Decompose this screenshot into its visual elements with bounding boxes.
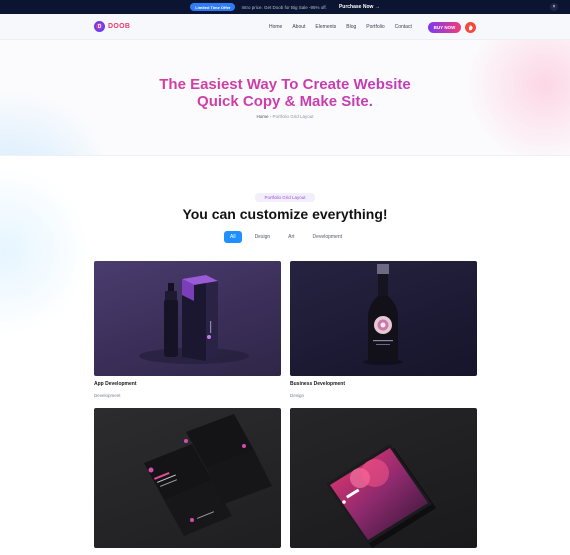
business-cards-mockup-image [144, 414, 272, 536]
portfolio-card-image[interactable] [94, 408, 281, 548]
packaging-mockup-image [139, 275, 249, 364]
logo-mark-icon: D [94, 21, 105, 32]
section-title: You can customize everything! [182, 206, 388, 222]
hand-icon[interactable] [465, 22, 476, 33]
breadcrumb: Home › Portfolio Grid Layout [0, 114, 570, 119]
menu-item-contact[interactable]: Contact [395, 24, 412, 30]
arrow-right-icon: → [374, 4, 380, 10]
filter-all[interactable]: All [224, 231, 242, 243]
main-menu: Home About Elements Blog Portfolio Conta… [269, 24, 412, 30]
portfolio-card-image[interactable] [290, 261, 477, 376]
navbar: D DOOB Home About Elements Blog Portfoli… [0, 14, 570, 40]
menu-item-about[interactable]: About [292, 24, 305, 30]
hero-title: The Easiest Way To Create Website Quick … [0, 76, 570, 110]
purchase-now-label: Purchase Now [338, 4, 374, 10]
portfolio-card-image[interactable] [290, 408, 477, 548]
hero-title-line-2: Quick Copy & Make Site. [197, 93, 373, 110]
filter-art[interactable]: Art [283, 231, 299, 243]
hero-section: The Easiest Way To Create Website Quick … [0, 40, 570, 156]
portfolio-filters: All Design Art Development [224, 231, 347, 243]
hero-title-line-1: The Easiest Way To Create Website [159, 76, 411, 93]
purchase-now-link[interactable]: Purchase Now → [339, 4, 380, 10]
portfolio-card-image[interactable] [94, 261, 281, 376]
portfolio-item-title[interactable]: Business Development [290, 381, 345, 387]
decorative-glow [0, 166, 90, 336]
limited-offer-badge: Limited Time Offer [190, 3, 236, 11]
breadcrumb-separator: › [269, 114, 272, 119]
portfolio-item-category: Design [290, 393, 305, 398]
phone-mockup-image [326, 444, 436, 548]
promo-text: Intro price. Get Doob for Big Sale -95% … [241, 4, 327, 10]
buy-now-button[interactable]: BUY NOW [428, 22, 461, 33]
menu-item-elements[interactable]: Elements [315, 24, 336, 30]
section-badge: Portfolio Grid Layout [255, 193, 315, 202]
close-icon[interactable]: × [550, 3, 558, 11]
breadcrumb-current: Portfolio Grid Layout [272, 114, 314, 119]
site-logo[interactable]: D DOOB [94, 21, 130, 32]
promo-bar: Limited Time Offer Intro price. Get Doob… [0, 0, 570, 14]
menu-item-blog[interactable]: Blog [346, 24, 356, 30]
portfolio-section: Portfolio Grid Layout You can customize … [0, 156, 570, 555]
logo-text: DOOB [108, 23, 131, 30]
portfolio-item-category: Development [94, 393, 121, 398]
filter-design[interactable]: Design [250, 231, 276, 243]
breadcrumb-home[interactable]: Home [256, 114, 268, 119]
portfolio-item-title[interactable]: App Development [94, 381, 137, 387]
menu-item-portfolio[interactable]: Portfolio [366, 24, 384, 30]
hand-icon-glyph [469, 25, 473, 31]
menu-item-home[interactable]: Home [269, 24, 282, 30]
bottle-mockup-image [363, 264, 403, 365]
filter-development[interactable]: Development [308, 231, 347, 243]
